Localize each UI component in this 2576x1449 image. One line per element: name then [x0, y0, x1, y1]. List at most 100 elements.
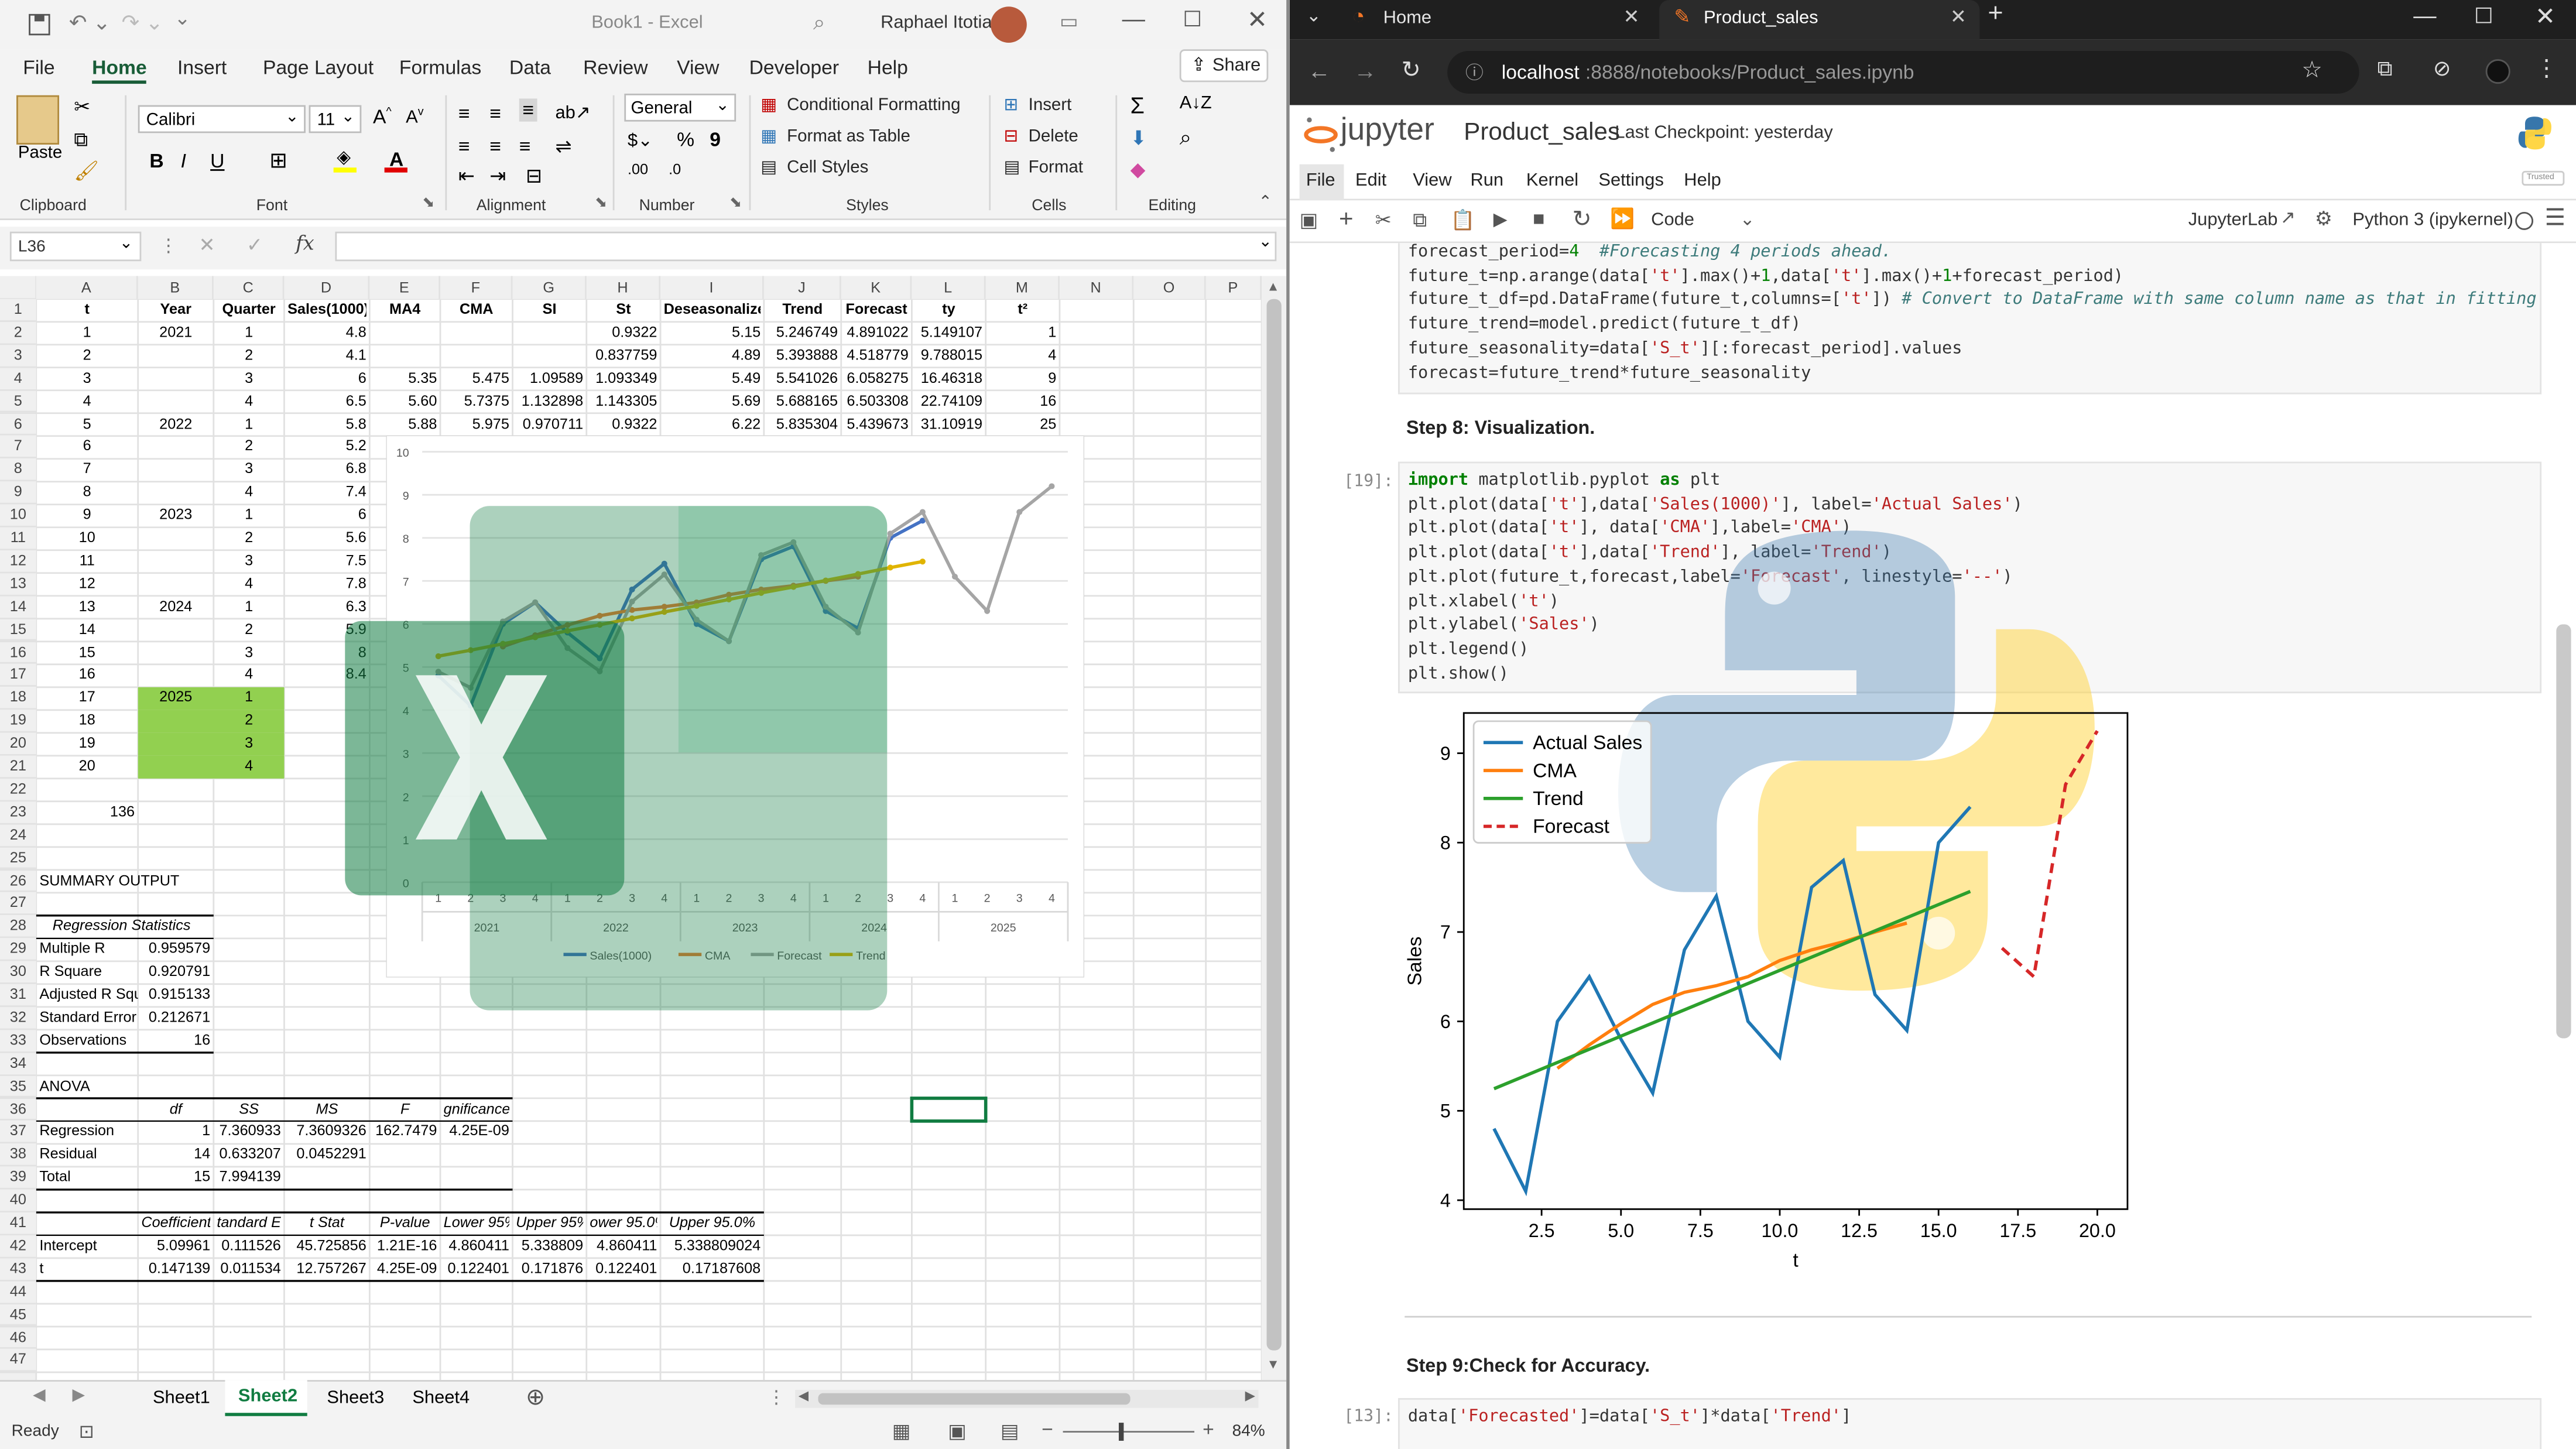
- column-header[interactable]: O: [1133, 276, 1206, 299]
- dialog-launcher-icon[interactable]: ⬊: [595, 194, 607, 212]
- row-header[interactable]: 24: [0, 824, 36, 847]
- data-cell[interactable]: 11: [39, 550, 135, 573]
- column-title-cell[interactable]: Sales(1000): [287, 299, 366, 322]
- coef-cell[interactable]: 0.147139: [141, 1258, 210, 1281]
- page-layout-view-icon[interactable]: ▣: [948, 1419, 967, 1442]
- regression-stats-title[interactable]: Regression Statistics: [39, 916, 204, 938]
- site-info-icon[interactable]: ⓘ: [1465, 59, 1484, 85]
- merge-center-icon[interactable]: ⊟: [526, 165, 542, 187]
- font-color-icon[interactable]: A: [384, 148, 407, 173]
- coef-cell[interactable]: 4.860411: [590, 1235, 657, 1258]
- data-cell[interactable]: 2: [217, 710, 280, 733]
- stat-label[interactable]: Multiple R: [39, 938, 138, 961]
- row-header[interactable]: 17: [0, 664, 36, 687]
- data-cell[interactable]: 5.88: [373, 413, 437, 436]
- close-tab-icon[interactable]: ✕: [1623, 5, 1639, 28]
- tab-developer[interactable]: Developer: [749, 56, 840, 78]
- underline-icon[interactable]: U: [210, 149, 224, 172]
- align-middle-icon[interactable]: ≡: [489, 102, 501, 125]
- row-header[interactable]: 22: [0, 778, 36, 801]
- data-cell[interactable]: 4: [217, 756, 280, 779]
- kernel-name[interactable]: Python 3 (ipykernel): [2352, 210, 2513, 230]
- coef-cell[interactable]: 0.011534: [217, 1258, 280, 1281]
- notebook-content[interactable]: forecast_period=4 #Forecasting 4 periods…: [1289, 243, 2576, 1449]
- data-cell[interactable]: 8: [39, 482, 135, 505]
- cut-icon[interactable]: ✂: [1375, 208, 1392, 231]
- data-cell[interactable]: 5.149107: [915, 322, 982, 345]
- column-title-cell[interactable]: SI: [516, 299, 583, 322]
- zoom-level[interactable]: 84%: [1232, 1423, 1265, 1441]
- scroll-down-icon[interactable]: ▼: [1267, 1357, 1280, 1372]
- zoom-slider-thumb[interactable]: [1118, 1423, 1124, 1441]
- paste-icon[interactable]: 📋: [1451, 208, 1475, 231]
- data-cell[interactable]: 2021: [141, 322, 210, 345]
- row-header[interactable]: 13: [0, 573, 36, 596]
- row-header[interactable]: 35: [0, 1075, 36, 1098]
- page-break-view-icon[interactable]: ▤: [1001, 1419, 1019, 1442]
- reload-icon[interactable]: ↻: [1402, 56, 1421, 84]
- data-cell[interactable]: 5.49: [664, 368, 761, 390]
- orientation-icon[interactable]: ab↗: [555, 102, 590, 124]
- coef-cell[interactable]: 5.09961: [141, 1235, 210, 1258]
- jupyterlab-link[interactable]: JupyterLab: [2188, 210, 2278, 230]
- row-header[interactable]: 16: [0, 641, 36, 664]
- sheet-tab-1[interactable]: Sheet1: [153, 1388, 210, 1408]
- tab-help[interactable]: Help: [868, 56, 908, 78]
- row-header[interactable]: 20: [0, 732, 36, 756]
- comma-style-icon[interactable]: 9: [710, 128, 721, 151]
- coef-cell[interactable]: 45.725856: [287, 1235, 366, 1258]
- borders-icon[interactable]: ⊞: [269, 148, 287, 174]
- row-header[interactable]: 39: [0, 1166, 36, 1190]
- tab-page-layout[interactable]: Page Layout: [263, 56, 374, 78]
- row-header[interactable]: 34: [0, 1052, 36, 1075]
- data-cell[interactable]: 5.69: [664, 390, 761, 413]
- tab-file[interactable]: File: [23, 56, 54, 78]
- scroll-left-icon[interactable]: ◀: [799, 1388, 809, 1403]
- expand-formula-icon[interactable]: ⌄: [1258, 233, 1272, 251]
- data-cell[interactable]: 1.09589: [516, 368, 583, 390]
- sync-icon[interactable]: ⊘: [2433, 56, 2451, 82]
- stat-label[interactable]: Adjusted R Squ: [39, 984, 138, 1007]
- data-cell[interactable]: 1: [217, 687, 280, 710]
- column-header[interactable]: D: [284, 276, 370, 299]
- stat-value[interactable]: 16: [141, 1030, 210, 1053]
- back-icon[interactable]: ←: [1308, 57, 1331, 84]
- align-center-icon[interactable]: ≡: [489, 135, 501, 157]
- menu-view[interactable]: View: [1413, 171, 1451, 191]
- anova-cell[interactable]: Residual: [39, 1144, 135, 1167]
- fill-icon[interactable]: ⬇: [1131, 126, 1147, 149]
- font-size-dropdown[interactable]: 11 ⌄: [309, 105, 362, 133]
- data-cell[interactable]: 5.393888: [767, 345, 838, 368]
- data-cell[interactable]: 7.4: [287, 482, 366, 505]
- ribbon-display-icon[interactable]: ▭: [1060, 10, 1078, 33]
- anova-title[interactable]: ANOVA: [39, 1075, 135, 1098]
- data-cell[interactable]: 4: [39, 390, 135, 413]
- data-cell[interactable]: 1: [217, 322, 280, 345]
- search-icon[interactable]: ⌕: [813, 10, 825, 36]
- anova-header[interactable]: gnificance F: [444, 1098, 509, 1121]
- font-name-dropdown[interactable]: Calibri ⌄: [138, 105, 306, 133]
- avatar[interactable]: [991, 6, 1027, 43]
- anova-cell[interactable]: 4.25E-09: [444, 1121, 509, 1144]
- jupyter-wordmark[interactable]: jupyter: [1341, 114, 1434, 150]
- number-format-dropdown[interactable]: General ⌄: [624, 93, 737, 122]
- data-cell[interactable]: 5: [39, 413, 135, 436]
- tab-review[interactable]: Review: [583, 56, 648, 78]
- data-cell[interactable]: 5.688165: [767, 390, 838, 413]
- new-tab-icon[interactable]: +: [1988, 0, 2003, 30]
- increase-decimal-icon[interactable]: .00: [628, 161, 648, 177]
- column-title-cell[interactable]: Quarter: [217, 299, 280, 322]
- maximize-icon[interactable]: ☐: [2474, 4, 2493, 30]
- column-header[interactable]: M: [985, 276, 1060, 299]
- data-cell[interactable]: 5.975: [444, 413, 509, 436]
- row-header[interactable]: 45: [0, 1303, 36, 1327]
- column-header[interactable]: H: [586, 276, 661, 299]
- dialog-launcher-icon[interactable]: ⬊: [422, 194, 434, 212]
- column-header[interactable]: J: [763, 276, 841, 299]
- column-title-cell[interactable]: MA4: [373, 299, 437, 322]
- row-header[interactable]: 2: [0, 321, 36, 345]
- data-cell[interactable]: 3: [217, 368, 280, 390]
- browser-tab-product-sales[interactable]: ✎ Product_sales ✕: [1659, 0, 1980, 40]
- data-cell[interactable]: 3: [217, 459, 280, 482]
- data-cell[interactable]: 4.518779: [844, 345, 908, 368]
